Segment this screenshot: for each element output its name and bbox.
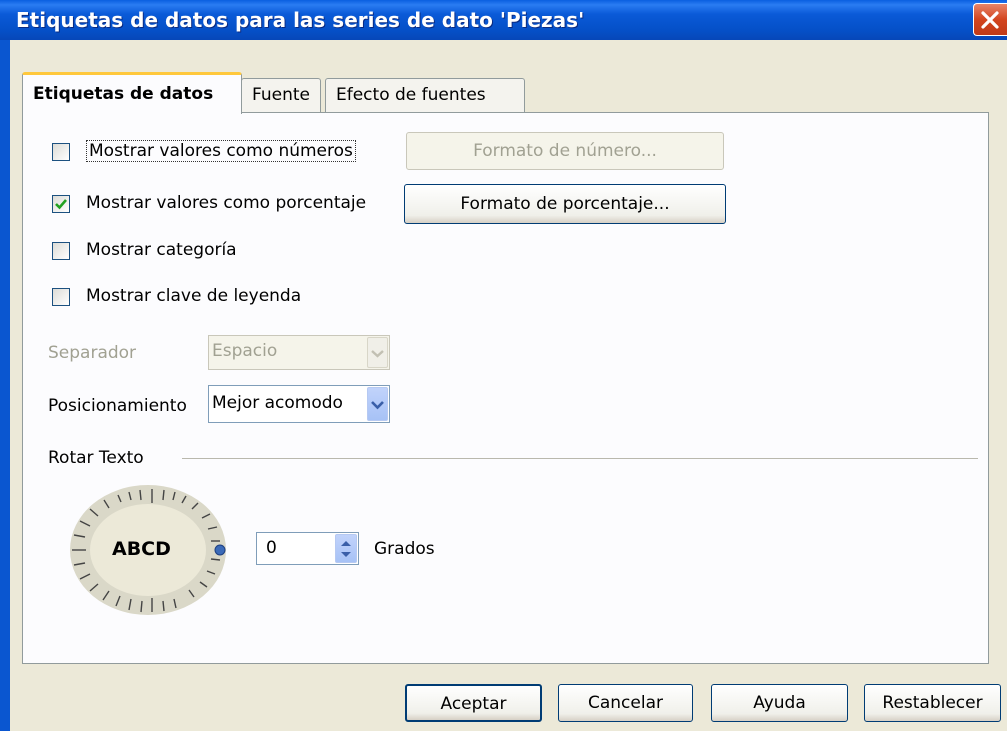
show-category-checkbox[interactable] bbox=[52, 242, 70, 260]
button-label: Formato de porcentaje... bbox=[460, 194, 670, 214]
reset-button[interactable]: Restablecer bbox=[864, 684, 1001, 722]
spinner-arrows-icon[interactable] bbox=[335, 534, 357, 563]
chevron-down-icon bbox=[367, 337, 388, 368]
show-legend-key-label[interactable]: Mostrar clave de leyenda bbox=[86, 286, 301, 306]
section-divider bbox=[182, 458, 978, 459]
cancel-button[interactable]: Cancelar bbox=[558, 684, 693, 722]
button-label: Aceptar bbox=[440, 694, 507, 714]
placement-label: Posicionamiento bbox=[48, 396, 187, 416]
show-legend-key-checkbox[interactable] bbox=[52, 288, 70, 306]
separator-value: Espacio bbox=[212, 341, 278, 361]
button-label: Ayuda bbox=[753, 693, 806, 713]
show-numbers-label[interactable]: Mostrar valores como números bbox=[86, 140, 356, 162]
button-label: Formato de número... bbox=[473, 141, 657, 161]
degrees-spinner[interactable]: 0 bbox=[256, 532, 359, 565]
button-label: Restablecer bbox=[882, 693, 983, 713]
show-percent-label[interactable]: Mostrar valores como porcentaje bbox=[86, 193, 366, 213]
show-numbers-checkbox[interactable] bbox=[52, 143, 70, 161]
rotate-section-label: Rotar Texto bbox=[48, 448, 144, 468]
placement-value: Mejor acomodo bbox=[212, 393, 343, 413]
ok-button[interactable]: Aceptar bbox=[405, 684, 542, 722]
degrees-label: Grados bbox=[374, 539, 435, 559]
separator-label: Separador bbox=[48, 343, 137, 363]
number-format-button[interactable]: Formato de número... bbox=[406, 132, 724, 170]
button-label: Cancelar bbox=[588, 693, 663, 713]
separator-select[interactable]: Espacio bbox=[208, 335, 390, 370]
chevron-down-icon[interactable] bbox=[367, 387, 388, 421]
rotation-dial[interactable]: ABCD bbox=[68, 483, 248, 626]
placement-select[interactable]: Mejor acomodo bbox=[208, 385, 390, 423]
degrees-value[interactable]: 0 bbox=[266, 538, 277, 558]
show-percent-checkbox[interactable] bbox=[52, 195, 70, 213]
help-button[interactable]: Ayuda bbox=[711, 684, 848, 722]
dial-preview-text: ABCD bbox=[112, 538, 171, 560]
percent-format-button[interactable]: Formato de porcentaje... bbox=[404, 184, 726, 224]
show-category-label[interactable]: Mostrar categoría bbox=[86, 240, 237, 260]
